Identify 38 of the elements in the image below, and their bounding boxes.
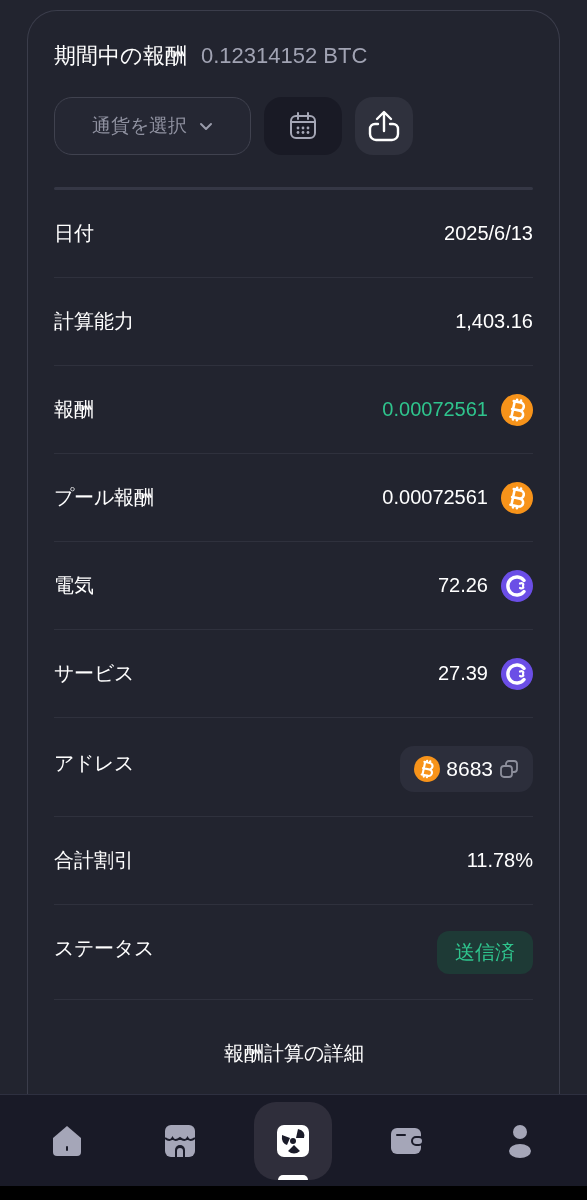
bitcoin-icon [501,393,533,426]
calendar-icon [288,111,318,141]
nav-tab[interactable] [254,1101,333,1180]
coin-icon [501,569,533,602]
row-label: アドレス [54,750,134,777]
chevron-down-icon [199,121,213,131]
row-label: 合計割引 [54,847,134,874]
share-button[interactable] [355,97,413,155]
bitcoin-icon [414,756,441,782]
row-label: 電気 [54,572,94,599]
fan-icon [276,1123,311,1158]
share-icon [367,109,401,143]
copy-icon [499,759,519,779]
row-value: 11.78% [466,849,533,872]
row-label: 日付 [54,220,94,247]
row-value: 0.00072561 [382,486,488,509]
row-value: 2025/6/13 [444,222,533,245]
row-value: 27.39 [437,662,488,685]
row-label: プール報酬 [54,484,154,511]
currency-dropdown[interactable]: 通貨を選択 [54,97,251,155]
row-label: ステータス [54,935,154,962]
coin-icon [501,657,533,690]
row-value: 1,403.16 [455,310,533,333]
row-label: 計算能力 [54,308,134,335]
calendar-button[interactable] [264,97,342,155]
total-amount: 0.12314152 BTC [201,43,368,69]
status-badge: 送信済 [437,931,533,974]
store-icon [164,1123,197,1158]
address-chip[interactable]: 8683 [400,746,533,792]
section-title: 期間中の報酬 [54,42,187,70]
wallet-icon [389,1126,424,1155]
profile-icon [508,1123,533,1158]
bitcoin-icon [501,481,533,514]
row-label: 報酬 [54,396,94,423]
details-link[interactable]: 報酬計算の詳細 [223,1040,364,1067]
row-label: サービス [54,660,134,687]
row-value: 72.26 [437,574,488,597]
row-value: 0.00072561 [382,398,488,421]
